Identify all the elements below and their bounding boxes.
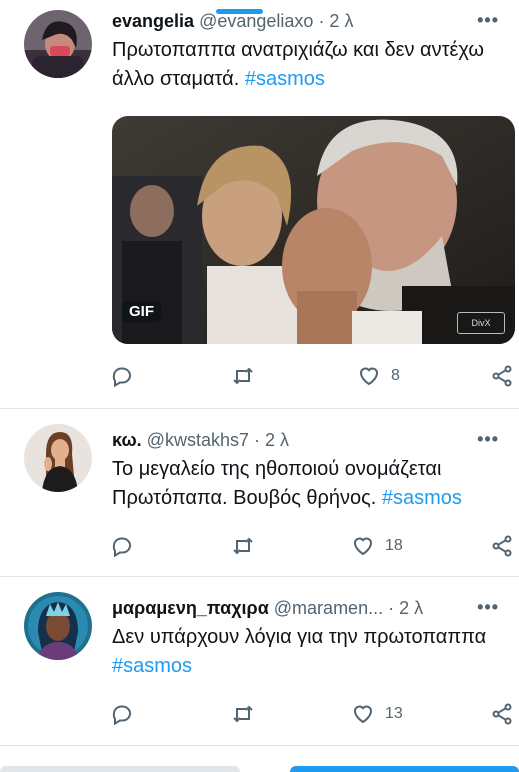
more-options-icon[interactable]: •••: [477, 10, 499, 31]
like-icon: [353, 705, 373, 724]
like-button[interactable]: 18: [351, 534, 403, 558]
gif-media[interactable]: GIF DivX: [112, 116, 515, 344]
tweet-header: μαραμενη_παχιρα @maramen... · 2 λ: [112, 597, 501, 619]
tweet-divider: [0, 745, 519, 746]
more-options-icon[interactable]: •••: [477, 597, 499, 618]
display-name[interactable]: evangelia: [112, 11, 194, 31]
share-button[interactable]: [490, 534, 514, 558]
tweet-text: Δεν υπάρχουν λόγια για την πρωτοπαππα #s…: [112, 623, 501, 681]
tweet[interactable]: evangelia @evangeliaxo · 2 λ ••• Πρωτοπα…: [0, 0, 519, 408]
tweet-actions: 8: [0, 364, 519, 390]
user-handle[interactable]: @evangeliaxo: [199, 11, 313, 31]
tweet-body: Δεν υπάρχουν λόγια για την πρωτοπαππα: [112, 626, 487, 648]
timestamp[interactable]: · 2 λ: [318, 11, 353, 31]
like-button[interactable]: 8: [357, 364, 400, 388]
reply-icon: [112, 537, 131, 558]
user-handle[interactable]: @kwstakhs7: [147, 430, 249, 450]
tweet-header: evangelia @evangeliaxo · 2 λ: [112, 10, 501, 32]
share-icon: [492, 535, 512, 557]
more-options-icon[interactable]: •••: [477, 429, 499, 450]
timestamp[interactable]: · 2 λ: [254, 430, 289, 450]
like-icon: [359, 367, 379, 386]
like-count: 13: [385, 705, 403, 722]
display-name[interactable]: κω.: [112, 430, 142, 450]
avatar[interactable]: [24, 592, 92, 660]
reply-button[interactable]: [110, 534, 134, 558]
tweet-text: Πρωτοπαππα ανατριχιάζω και δεν αντέχω άλ…: [112, 36, 501, 94]
share-icon: [492, 703, 512, 725]
tweet[interactable]: κω. @kwstakhs7 · 2 λ ••• Το μεγαλείο της…: [0, 409, 519, 576]
retweet-icon: [233, 537, 253, 555]
avatar[interactable]: [24, 10, 92, 78]
tweet-text: Το μεγαλείο της ηθοποιού ονομάζεται Πρωτ…: [112, 455, 501, 513]
retweet-icon: [233, 367, 253, 385]
retweet-button[interactable]: [231, 702, 255, 726]
reply-icon: [112, 367, 131, 388]
tweet[interactable]: μαραμενη_παχιρα @maramen... · 2 λ ••• Δε…: [0, 577, 519, 745]
like-button[interactable]: 13: [351, 702, 403, 726]
like-count: 18: [385, 537, 403, 554]
like-icon: [353, 537, 373, 556]
bottom-nav-edge: [0, 766, 519, 772]
share-button[interactable]: [490, 702, 514, 726]
tweet-actions: 13: [0, 702, 519, 728]
watermark-logo: DivX: [457, 312, 505, 334]
retweet-button[interactable]: [231, 534, 255, 558]
gif-badge: GIF: [122, 301, 161, 322]
hashtag-link[interactable]: #sasmos: [382, 487, 462, 509]
tweet-header: κω. @kwstakhs7 · 2 λ: [112, 429, 501, 451]
avatar[interactable]: [24, 424, 92, 492]
timestamp[interactable]: · 2 λ: [388, 598, 423, 618]
reply-icon: [112, 705, 131, 726]
share-button[interactable]: [490, 364, 514, 388]
reply-button[interactable]: [110, 364, 134, 388]
gif-image: [112, 116, 515, 344]
retweet-icon: [233, 705, 253, 723]
hashtag-link[interactable]: #sasmos: [245, 68, 325, 90]
display-name[interactable]: μαραμενη_παχιρα: [112, 598, 269, 618]
like-count: 8: [391, 367, 400, 384]
hashtag-link[interactable]: #sasmos: [112, 655, 192, 677]
retweet-button[interactable]: [231, 364, 255, 388]
reply-button[interactable]: [110, 702, 134, 726]
user-handle[interactable]: @maramen...: [274, 598, 383, 618]
share-icon: [492, 365, 512, 387]
tweet-actions: 18: [0, 534, 519, 560]
